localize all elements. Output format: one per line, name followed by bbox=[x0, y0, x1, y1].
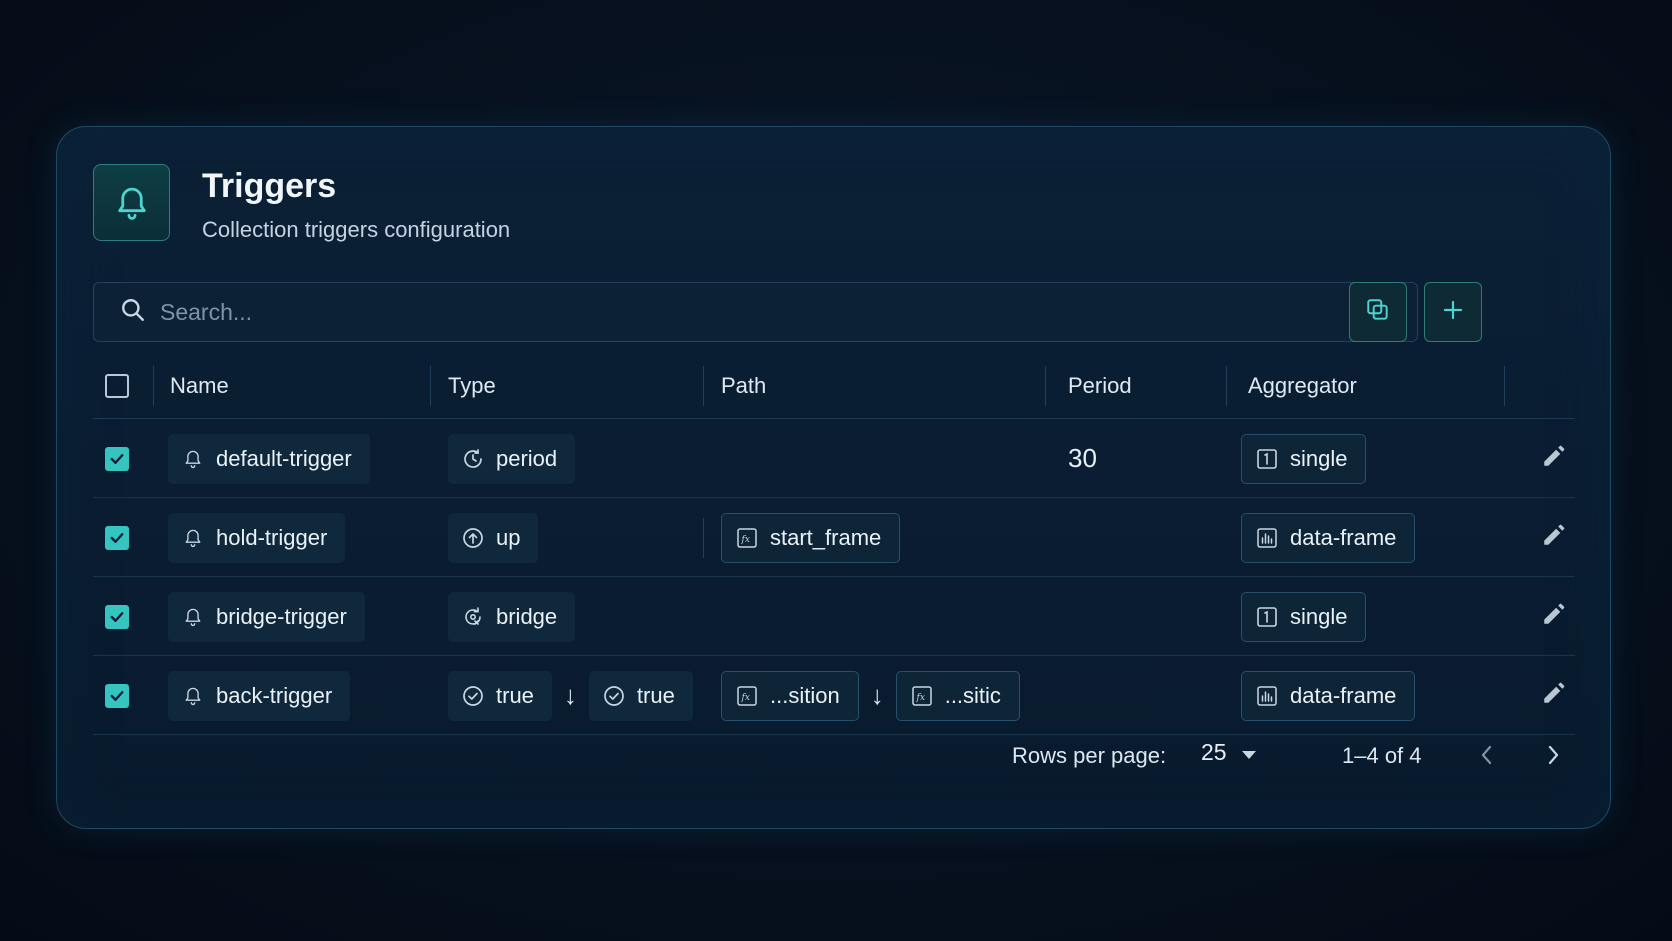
svg-text:fx: fx bbox=[741, 535, 750, 545]
aggregator-chip: data-frame bbox=[1241, 512, 1416, 563]
type-chip: true bbox=[588, 670, 693, 721]
type-chip: up bbox=[448, 512, 539, 563]
rows-per-page-label: Rows per page: bbox=[1012, 743, 1167, 768]
row-checkbox[interactable] bbox=[105, 446, 129, 471]
table-row[interactable]: hold-trigger up fx start_frame data-fram… bbox=[93, 498, 1575, 577]
pencil-icon bbox=[1541, 680, 1567, 711]
arrow-down-icon: ↓ bbox=[870, 680, 884, 710]
type-label: true bbox=[496, 682, 534, 708]
aggregator-label: data-frame bbox=[1290, 682, 1397, 708]
bell-icon bbox=[180, 683, 206, 709]
rows-per-page-value: 25 bbox=[1201, 739, 1227, 765]
prev-page-button[interactable] bbox=[1469, 739, 1505, 775]
select-all-checkbox[interactable] bbox=[105, 374, 129, 398]
aggregator-chip: single bbox=[1241, 591, 1367, 642]
page-subtitle: Collection triggers configuration bbox=[202, 217, 511, 242]
aggregator-chip: data-frame bbox=[1241, 670, 1416, 721]
table-header: Name Type Path Period Aggregator bbox=[93, 353, 1575, 419]
pencil-icon bbox=[1541, 522, 1567, 553]
check-circle-icon bbox=[460, 683, 486, 709]
bridge-icon bbox=[460, 604, 486, 630]
trigger-name: hold-trigger bbox=[216, 524, 328, 550]
pencil-icon bbox=[1541, 601, 1567, 632]
copy-button[interactable] bbox=[1349, 282, 1407, 342]
next-page-button[interactable] bbox=[1535, 739, 1571, 775]
edit-button[interactable] bbox=[1541, 498, 1567, 577]
name-chip: bridge-trigger bbox=[168, 591, 365, 642]
triggers-panel: Triggers Collection triggers configurati… bbox=[56, 126, 1611, 829]
table-row[interactable]: default-trigger period 30 single bbox=[93, 419, 1575, 498]
name-chip: hold-trigger bbox=[168, 512, 346, 563]
bell-icon bbox=[180, 446, 206, 472]
pencil-icon bbox=[1541, 443, 1567, 474]
trigger-name: back-trigger bbox=[216, 682, 333, 708]
triggers-table: Name Type Path Period Aggregator default… bbox=[93, 353, 1575, 735]
table-row[interactable]: bridge-trigger bridge single bbox=[93, 577, 1575, 656]
arrow-down-icon: ↓ bbox=[563, 680, 577, 710]
name-chip: back-trigger bbox=[168, 670, 351, 721]
trigger-name: bridge-trigger bbox=[216, 603, 347, 629]
type-label: true bbox=[636, 682, 675, 708]
type-chip: true bbox=[448, 670, 552, 721]
type-label: period bbox=[496, 445, 558, 471]
bell-icon bbox=[93, 164, 170, 241]
period-icon bbox=[460, 446, 486, 472]
edit-button[interactable] bbox=[1541, 419, 1567, 498]
function-icon: fx bbox=[734, 683, 760, 709]
table-row[interactable]: back-trigger true ↓ true fx ...sition ↓ … bbox=[93, 656, 1575, 735]
path-chip: fx ...sitic bbox=[895, 670, 1020, 721]
trigger-name: default-trigger bbox=[216, 445, 352, 471]
rows-per-page-select[interactable]: 25 bbox=[1201, 739, 1257, 766]
aggregator-chip: single bbox=[1241, 433, 1367, 484]
search-icon bbox=[120, 297, 146, 328]
edit-button[interactable] bbox=[1541, 656, 1567, 735]
type-chip: bridge bbox=[448, 591, 576, 642]
row-checkbox[interactable] bbox=[105, 683, 129, 708]
name-chip: default-trigger bbox=[168, 433, 370, 484]
single-icon bbox=[1254, 604, 1280, 630]
chevron-right-icon bbox=[1545, 743, 1561, 772]
type-label: bridge bbox=[496, 603, 558, 629]
data-frame-icon bbox=[1254, 683, 1280, 709]
plus-icon bbox=[1441, 298, 1465, 327]
type-label: up bbox=[496, 524, 521, 550]
aggregator-label: data-frame bbox=[1290, 524, 1397, 550]
bell-icon bbox=[180, 525, 206, 551]
page-range: 1–4 of 4 bbox=[1342, 743, 1422, 768]
path-label: ...sition bbox=[770, 682, 840, 708]
aggregator-label: single bbox=[1290, 603, 1348, 629]
caret-down-icon bbox=[1241, 739, 1257, 766]
copy-icon bbox=[1365, 297, 1391, 328]
svg-text:fx: fx bbox=[741, 693, 750, 703]
arrow-up-circle-icon bbox=[460, 525, 486, 551]
add-button[interactable] bbox=[1424, 282, 1482, 342]
svg-text:fx: fx bbox=[915, 693, 924, 703]
edit-button[interactable] bbox=[1541, 577, 1567, 656]
column-aggregator[interactable]: Aggregator bbox=[1248, 353, 1357, 419]
single-icon bbox=[1254, 446, 1280, 472]
data-frame-icon bbox=[1254, 525, 1280, 551]
row-checkbox[interactable] bbox=[105, 604, 129, 629]
period-value: 30 bbox=[1068, 443, 1097, 473]
column-path[interactable]: Path bbox=[721, 353, 766, 419]
function-icon: fx bbox=[734, 525, 760, 551]
check-circle-icon bbox=[601, 683, 627, 709]
search-box[interactable] bbox=[93, 282, 1418, 342]
pagination: Rows per page: 25 1–4 of 4 bbox=[57, 727, 1612, 787]
column-type[interactable]: Type bbox=[448, 353, 496, 419]
column-name[interactable]: Name bbox=[170, 353, 229, 419]
type-chip: period bbox=[448, 433, 576, 484]
path-label: ...sitic bbox=[944, 682, 1001, 708]
path-chip: fx start_frame bbox=[721, 512, 901, 563]
chevron-left-icon bbox=[1479, 743, 1495, 772]
search-input[interactable] bbox=[160, 298, 1360, 326]
page-title: Triggers bbox=[202, 167, 337, 205]
path-chip: fx ...sition bbox=[721, 670, 859, 721]
bell-icon bbox=[180, 604, 206, 630]
function-icon: fx bbox=[909, 683, 935, 709]
aggregator-label: single bbox=[1290, 445, 1348, 471]
path-label: start_frame bbox=[770, 524, 882, 550]
column-period[interactable]: Period bbox=[1068, 353, 1132, 419]
row-checkbox[interactable] bbox=[105, 525, 129, 550]
